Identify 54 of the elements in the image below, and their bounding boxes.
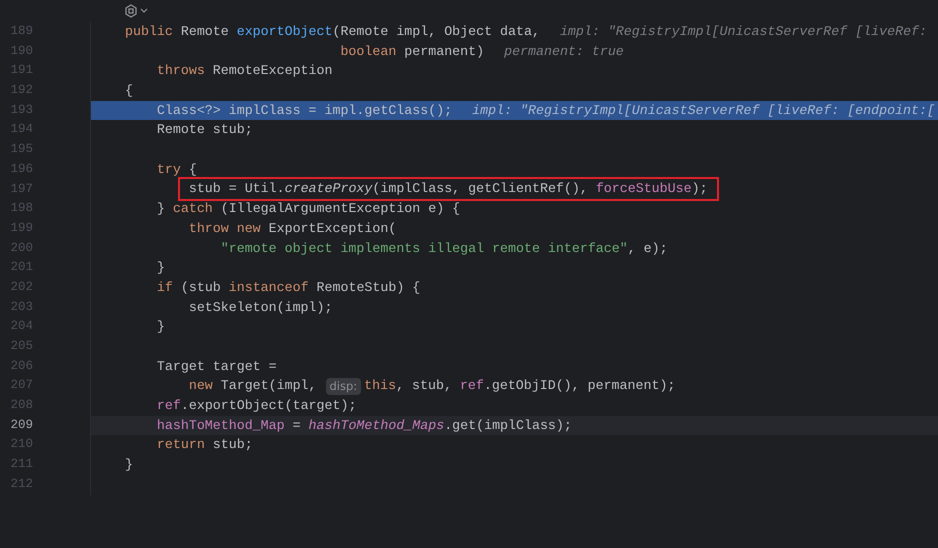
code-token: (IllegalArgumentException e) { bbox=[220, 200, 460, 218]
code-token: exportObject bbox=[236, 23, 332, 41]
code-token: { bbox=[188, 160, 197, 179]
code-token: new bbox=[188, 377, 214, 396]
code-token: hashToMethod_Map bbox=[156, 416, 285, 435]
code-token: (Remote impl, Object data, bbox=[332, 23, 540, 41]
code-token: ref bbox=[460, 377, 484, 396]
code-token: throws bbox=[156, 62, 206, 80]
debug-value-hint: impl: "RegistryImpl[UnicastServerRef [liveRef: bbox=[560, 23, 928, 41]
code-token: (implClass, getClientRef(), bbox=[372, 181, 589, 196]
code-token: instanceof bbox=[228, 278, 310, 297]
code-token: Target target = bbox=[156, 358, 277, 376]
code-token: RemoteException bbox=[212, 62, 332, 80]
code-token: boolean bbox=[340, 42, 398, 61]
code-token: hashToMethod_Maps bbox=[308, 416, 444, 435]
code-token: forceStubUse bbox=[596, 181, 692, 196]
code-token: .get(implClass); bbox=[444, 416, 572, 435]
code-token: if bbox=[156, 278, 174, 297]
debug-value-hint: permanent: true bbox=[504, 42, 624, 61]
code-token: .exportObject(target); bbox=[180, 397, 356, 416]
code-token: } bbox=[156, 200, 166, 218]
parameter-hint: disp: bbox=[326, 378, 362, 395]
line-number: 209 bbox=[9, 416, 33, 434]
debug-value-hint: impl: "RegistryImpl[UnicastServerRef [liveRef: [endpoint:[ bbox=[472, 102, 935, 120]
code-token: try bbox=[156, 160, 182, 179]
code-token: Remote stub; bbox=[156, 121, 253, 140]
code-token: } bbox=[156, 259, 165, 278]
code-token: ref bbox=[156, 397, 181, 416]
code-token: Target(impl, bbox=[220, 377, 318, 396]
code-token: RemoteStub) { bbox=[316, 278, 420, 297]
code-token: stub; bbox=[212, 436, 253, 454]
code-token: this bbox=[364, 377, 396, 396]
code-token: throw new bbox=[188, 220, 262, 238]
code-token: catch bbox=[172, 200, 214, 218]
code-token: return bbox=[156, 436, 206, 454]
chevron-down-icon[interactable] bbox=[140, 8, 148, 14]
code-token: ); bbox=[692, 181, 708, 196]
code-token: .getObjID(), permanent); bbox=[484, 377, 676, 396]
code-token: , stub, bbox=[396, 377, 453, 396]
code-token: setSkeleton(impl); bbox=[188, 298, 332, 317]
code-token: createProxy bbox=[284, 181, 372, 196]
code-token: { bbox=[125, 82, 133, 100]
code-token: (stub bbox=[180, 278, 222, 297]
code-token: = bbox=[292, 416, 302, 435]
code-token: public bbox=[125, 23, 174, 41]
code-token: Class<?> implClass = impl.getClass(); bbox=[156, 102, 452, 120]
code-token: "remote object implements illegal remote interface" bbox=[220, 240, 628, 258]
code-token: , e); bbox=[628, 240, 668, 258]
code-token: Remote bbox=[180, 23, 230, 41]
code-token: } bbox=[125, 456, 133, 474]
code-token: } bbox=[156, 318, 165, 336]
code-token: permanent) bbox=[404, 42, 484, 61]
code-token: stub = Util. bbox=[188, 181, 285, 196]
code-token: ExportException( bbox=[268, 220, 396, 238]
